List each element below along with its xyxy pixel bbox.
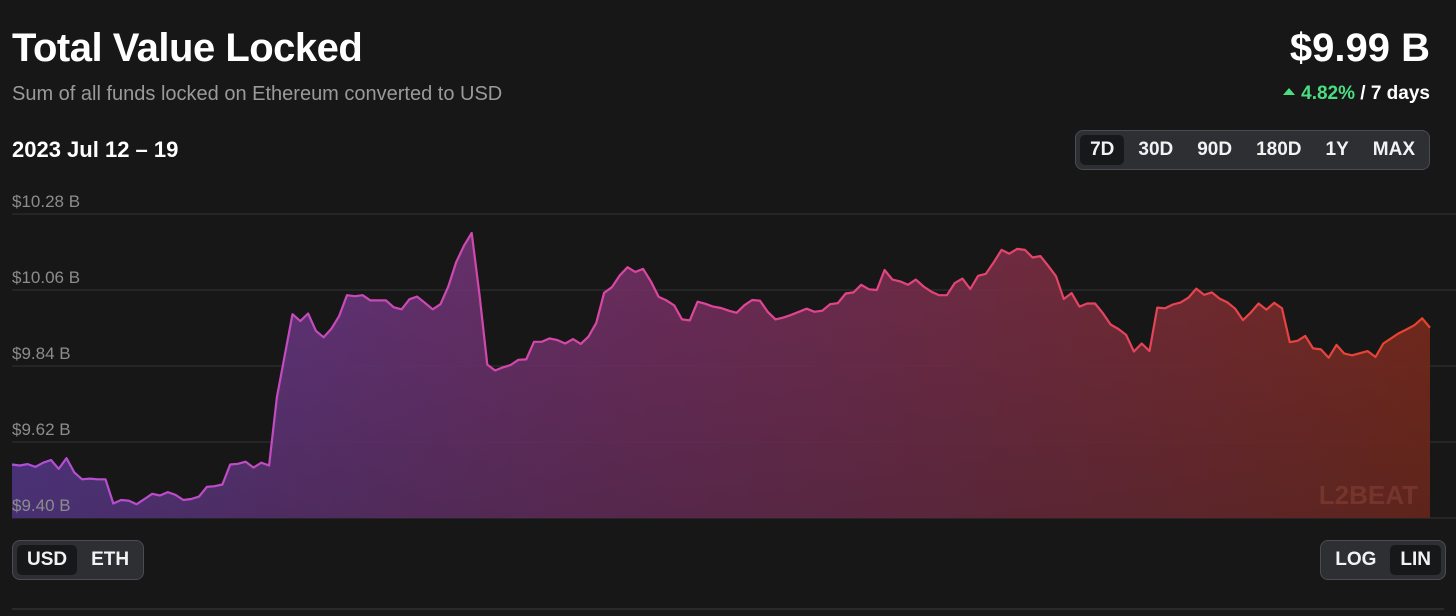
range-option-90d[interactable]: 90D [1187, 135, 1242, 165]
y-tick-label: $10.28 B [12, 192, 80, 211]
y-tick-label: $10.06 B [12, 268, 80, 287]
tvl-change: 4.82% / 7 days [1283, 83, 1430, 105]
range-option-max[interactable]: MAX [1363, 135, 1425, 165]
date-range-label: 2023 Jul 12 – 19 [12, 137, 179, 162]
range-option-180d[interactable]: 180D [1246, 135, 1311, 165]
time-range-selector: 7D 30D 90D 180D 1Y MAX [1075, 130, 1430, 170]
l2beat-watermark-logo: L2BEAT [1319, 480, 1418, 510]
page-title: Total Value Locked [12, 26, 363, 70]
bottom-divider [12, 608, 1444, 610]
scale-selector: LOG LIN [1320, 540, 1446, 580]
chart-area-fade [12, 233, 1430, 518]
unit-selector: USD ETH [12, 540, 145, 580]
y-tick-label: $9.62 B [12, 420, 71, 439]
range-option-30d[interactable]: 30D [1128, 135, 1183, 165]
y-tick-label: $9.40 B [12, 496, 71, 515]
y-tick-label: $9.84 B [12, 344, 71, 363]
range-option-1y[interactable]: 1Y [1316, 135, 1359, 165]
tvl-change-percent: 4.82% [1301, 83, 1355, 104]
scale-option-log[interactable]: LOG [1325, 545, 1386, 575]
page-subtitle: Sum of all funds locked on Ethereum conv… [12, 83, 503, 105]
unit-option-eth[interactable]: ETH [81, 545, 139, 575]
arrow-up-icon [1283, 88, 1296, 96]
scale-option-lin[interactable]: LIN [1390, 545, 1441, 575]
tvl-change-period: / 7 days [1360, 83, 1430, 104]
tvl-total-value: $9.99 B [1289, 26, 1430, 70]
range-option-7d[interactable]: 7D [1080, 135, 1125, 165]
tvl-area-chart: $10.28 B $10.06 B $9.84 B $9.62 B $9.40 B L2… [11, 192, 1456, 519]
unit-option-usd[interactable]: USD [17, 545, 78, 575]
